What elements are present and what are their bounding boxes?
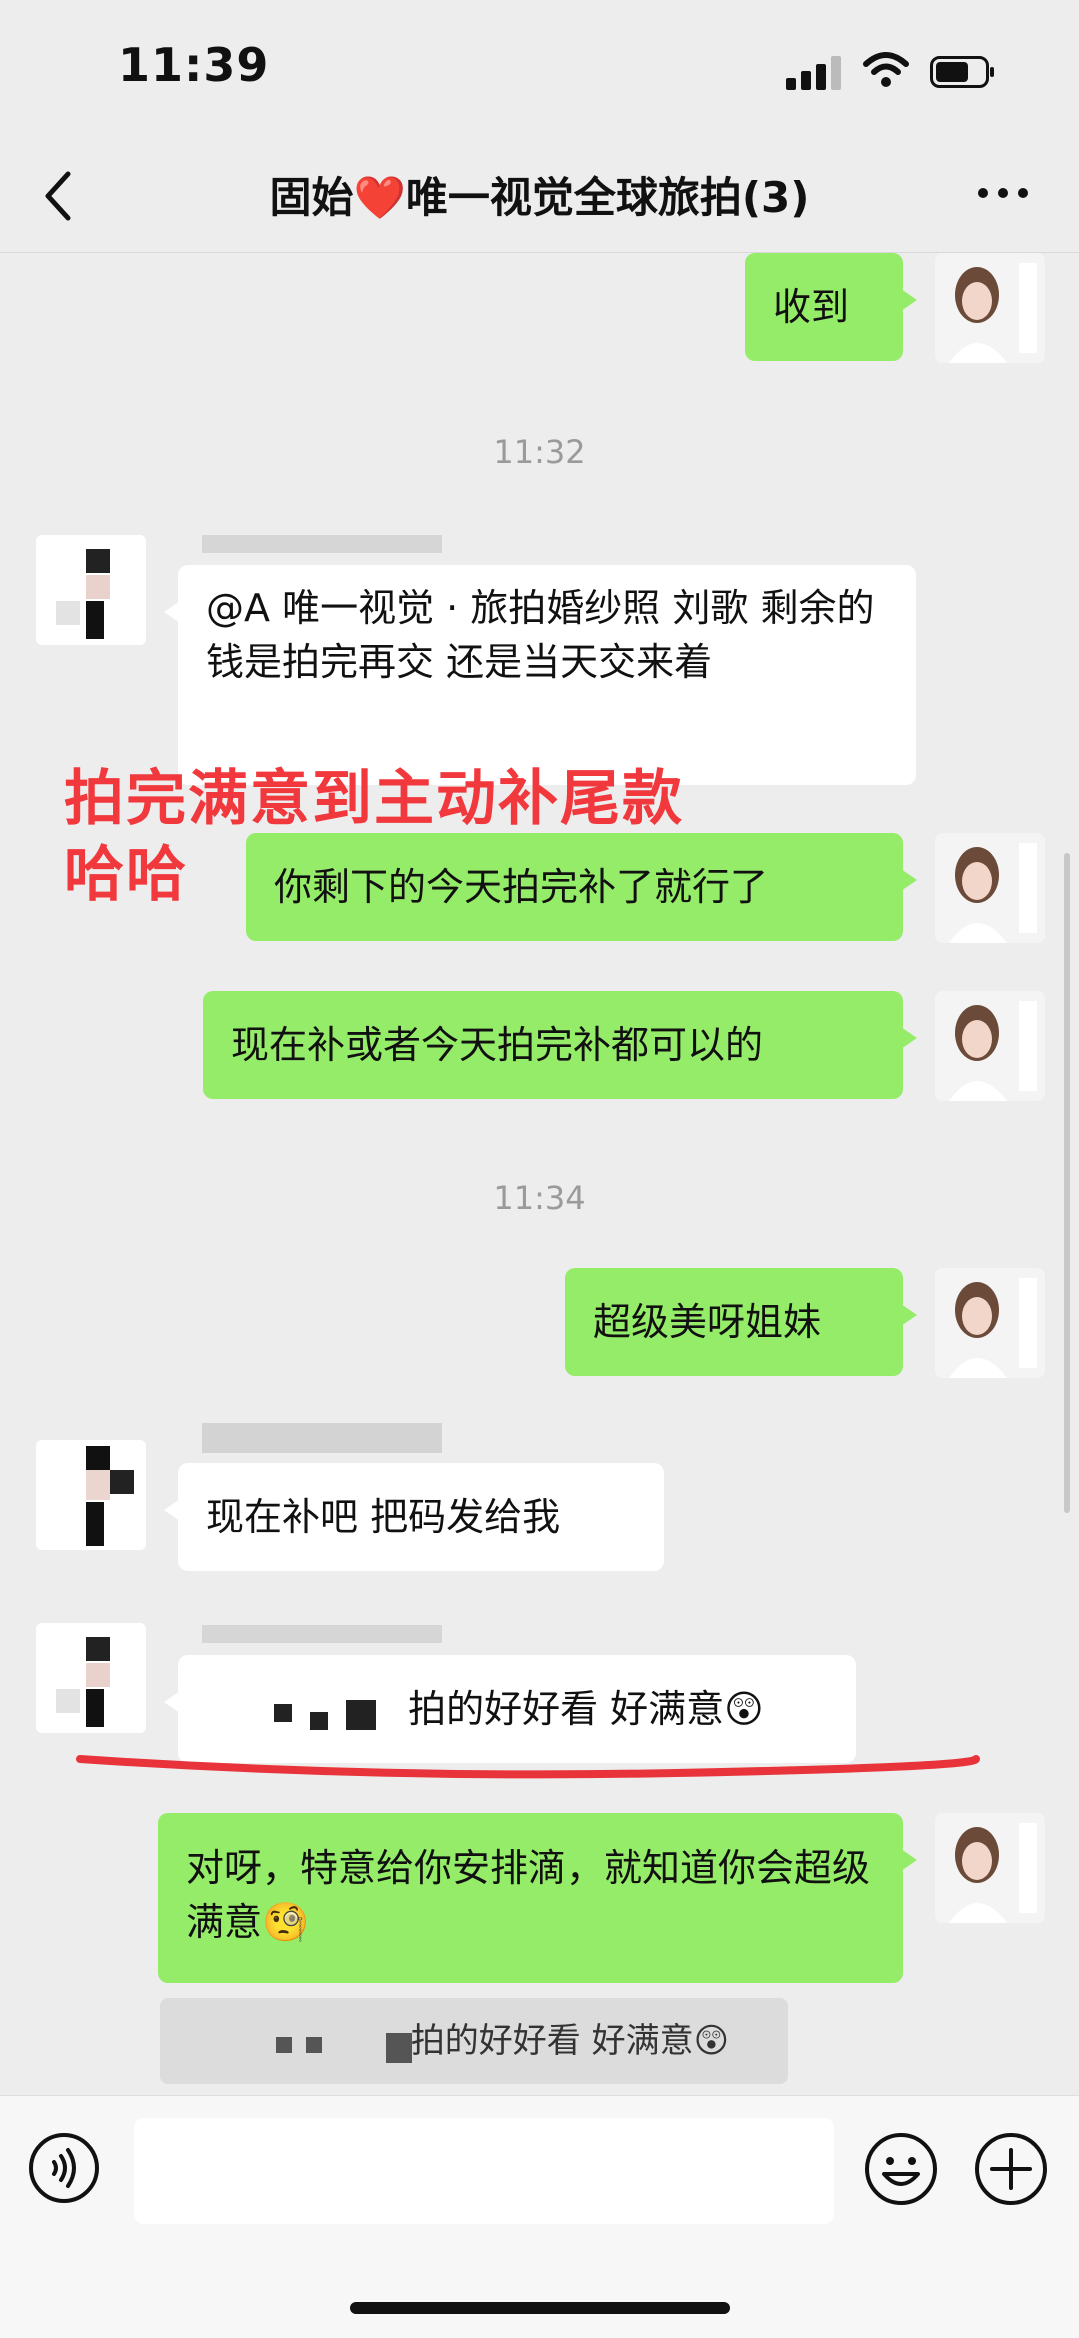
chat-header: 固始❤️唯一视觉全球旅拍(3) (0, 140, 1079, 253)
message-text: 你剩下的今天拍完补了就行了 (274, 865, 769, 909)
timestamp: 11:32 (493, 433, 586, 471)
sender-name-masked (202, 1423, 442, 1453)
message-text: 现在补或者今天拍完补都可以的 (231, 1023, 764, 1067)
battery-icon (930, 56, 994, 88)
voice-input-icon[interactable] (28, 2132, 100, 2204)
timestamp: 11:34 (493, 1179, 586, 1217)
my-message-bubble[interactable]: 超级美呀姐妹 (565, 1268, 917, 1376)
scrollbar[interactable] (1064, 853, 1070, 1513)
status-bar: 11:39 (0, 0, 1079, 140)
plus-icon[interactable] (974, 2132, 1048, 2206)
message-text: 对呀，特意给你安排滴，就知道你会超级满意🧐 (186, 1846, 871, 1944)
chat-title: 固始❤️唯一视觉全球旅拍(3) (0, 164, 1079, 225)
input-bar (0, 2095, 1079, 2338)
sender-name-masked (202, 1625, 442, 1643)
message-text: 超级美呀姐妹 (593, 1300, 822, 1344)
more-options-icon[interactable] (978, 188, 1028, 202)
quoted-text: 拍的好好看 好满意😲 (410, 2021, 730, 2061)
home-indicator[interactable] (350, 2302, 730, 2314)
member-avatar[interactable] (36, 535, 146, 645)
masked-name (160, 2023, 412, 2063)
quoted-message[interactable]: 拍的好好看 好满意😲 (160, 1998, 788, 2084)
their-message-bubble[interactable]: @A 唯一视觉 · 旅拍婚纱照 刘歌 剩余的钱是拍完再交 还是当天交来着 (164, 565, 916, 785)
my-avatar[interactable] (935, 253, 1045, 363)
my-message-bubble[interactable]: 现在补或者今天拍完补都可以的 (203, 991, 917, 1099)
wifi-icon (863, 52, 909, 87)
my-avatar[interactable] (935, 1268, 1045, 1378)
signal-icon (786, 56, 844, 90)
status-time: 11:39 (118, 38, 270, 92)
member-avatar[interactable] (36, 1623, 146, 1733)
message-text: 拍的好好看 好满意😲 (408, 1687, 764, 1731)
message-input[interactable] (134, 2118, 834, 2224)
my-avatar[interactable] (935, 1813, 1045, 1923)
my-message-bubble[interactable]: 你剩下的今天拍完补了就行了 (246, 833, 917, 941)
chat-title-prefix: 固始 (269, 173, 354, 222)
member-avatar[interactable] (36, 1440, 146, 1550)
my-message-bubble[interactable]: 对呀，特意给你安排滴，就知道你会超级满意🧐 (158, 1813, 917, 1983)
my-avatar[interactable] (935, 991, 1045, 1101)
annotation-line-1: 拍完满意到主动补尾款 (64, 764, 684, 834)
my-avatar[interactable] (935, 833, 1045, 943)
emoji-icon[interactable] (864, 2132, 938, 2206)
their-message-bubble[interactable]: 现在补吧 把码发给我 (164, 1463, 664, 1571)
message-list[interactable]: 收到 11:32 @A 唯一视觉 · 旅拍婚纱照 刘歌 剩余的钱是拍完再交 还是… (0, 253, 1079, 2095)
heart-icon: ❤️ (353, 173, 406, 222)
masked-name (206, 1691, 396, 1732)
message-text: 现在补吧 把码发给我 (206, 1495, 561, 1539)
chat-title-suffix: 唯一视觉全球旅拍(3) (405, 173, 810, 222)
message-text: 收到 (773, 285, 850, 329)
sender-name-masked (202, 535, 442, 553)
my-message-bubble[interactable]: 收到 (745, 253, 917, 361)
message-text: @A 唯一视觉 · 旅拍婚纱照 刘歌 剩余的钱是拍完再交 还是当天交来着 (206, 586, 875, 684)
red-underline-annotation (76, 1755, 980, 1779)
